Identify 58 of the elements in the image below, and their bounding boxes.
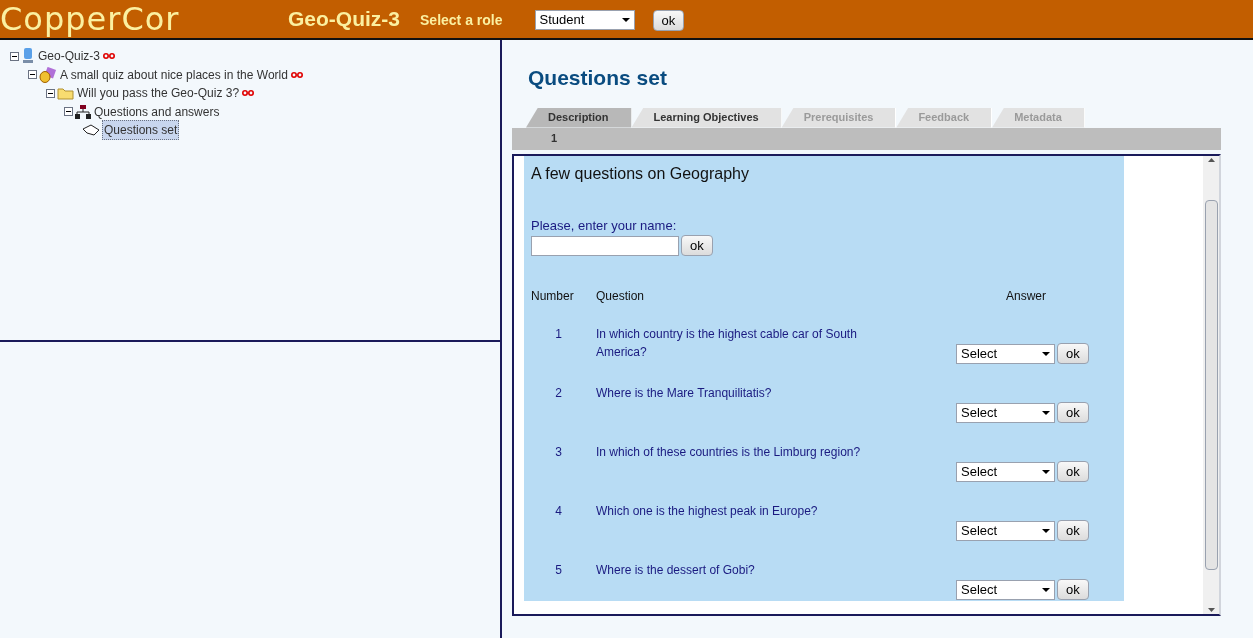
ok-button[interactable]: ok: [1057, 520, 1089, 541]
name-label: Please, enter your name:: [531, 216, 678, 235]
question-number: 2: [554, 385, 563, 402]
collapse-toggle[interactable]: [10, 51, 19, 61]
ok-button[interactable]: ok: [1057, 343, 1089, 364]
answer-select[interactable]: Select: [956, 520, 1055, 541]
dropdown-caret-icon: [1042, 410, 1050, 415]
answer-select[interactable]: Select: [956, 579, 1055, 600]
collapse-toggle[interactable]: [46, 88, 55, 98]
tab[interactable]: Learning Objectives: [631, 107, 782, 128]
folder-icon: [57, 86, 74, 101]
answer-select[interactable]: Select: [956, 461, 1055, 482]
ok-button[interactable]: ok: [1057, 461, 1089, 482]
scroll-thumb[interactable]: [1204, 199, 1218, 570]
scroll-down-icon[interactable]: [1207, 607, 1215, 612]
page-heading: Questions set: [528, 65, 668, 91]
hierarchy-icon: [75, 103, 91, 120]
question-number: 3: [554, 444, 563, 461]
question-number: 5: [554, 562, 563, 579]
tree-item[interactable]: Questions set: [102, 120, 180, 141]
tree-item[interactable]: Geo-Quiz-3: [37, 47, 102, 66]
question-number: 1: [554, 326, 563, 343]
dropdown-caret-icon: [1042, 528, 1050, 533]
column-header: Question: [596, 288, 646, 305]
tree-item[interactable]: Will you pass the Geo-Quiz 3?: [76, 84, 241, 103]
tree-item[interactable]: Questions and answers: [93, 102, 221, 121]
column-header: Answer: [1005, 288, 1047, 305]
question-number: 4: [554, 503, 563, 520]
ok-button[interactable]: ok: [652, 9, 685, 31]
computer-icon: [21, 48, 35, 65]
tab[interactable]: Description: [526, 107, 632, 128]
question-text: In which country is the highest cable car of South America?: [596, 326, 858, 361]
dropdown-caret-icon: [1042, 351, 1050, 356]
collapse-toggle[interactable]: [28, 70, 37, 80]
ok-button[interactable]: ok: [1057, 402, 1089, 423]
scroll-up-icon[interactable]: [1207, 157, 1215, 162]
role-select[interactable]: Student: [534, 10, 635, 30]
quiz-title: A few questions on Geography: [531, 163, 750, 184]
name-field[interactable]: [531, 235, 679, 256]
app-title: Geo-Quiz-3: [288, 6, 400, 33]
question-text: Where is the dessert of Gobi?: [596, 562, 756, 579]
logo: CopperCor: [0, 1, 181, 37]
ok-button[interactable]: ok: [681, 235, 713, 256]
collapse-toggle[interactable]: [64, 107, 73, 117]
question-text: In which of these countries is the Limburg region?: [596, 444, 862, 461]
dropdown-caret-icon: [621, 18, 630, 22]
dropdown-caret-icon: [1042, 469, 1050, 474]
answer-select[interactable]: Select: [956, 402, 1055, 423]
dropdown-caret-icon: [1042, 587, 1050, 592]
answer-select[interactable]: Select: [956, 343, 1055, 364]
role-label: Select a role: [420, 11, 503, 30]
page-number[interactable]: 1: [551, 130, 558, 147]
tree-item[interactable]: A small quiz about nice places in the World: [59, 65, 289, 84]
scrollbar[interactable]: [1203, 155, 1219, 614]
column-header: Number: [531, 288, 575, 305]
ok-button[interactable]: ok: [1057, 579, 1089, 600]
question-text: Which one is the highest peak in Europe?: [596, 503, 819, 520]
question-text: Where is the Mare Tranquilitatis?: [596, 385, 773, 402]
